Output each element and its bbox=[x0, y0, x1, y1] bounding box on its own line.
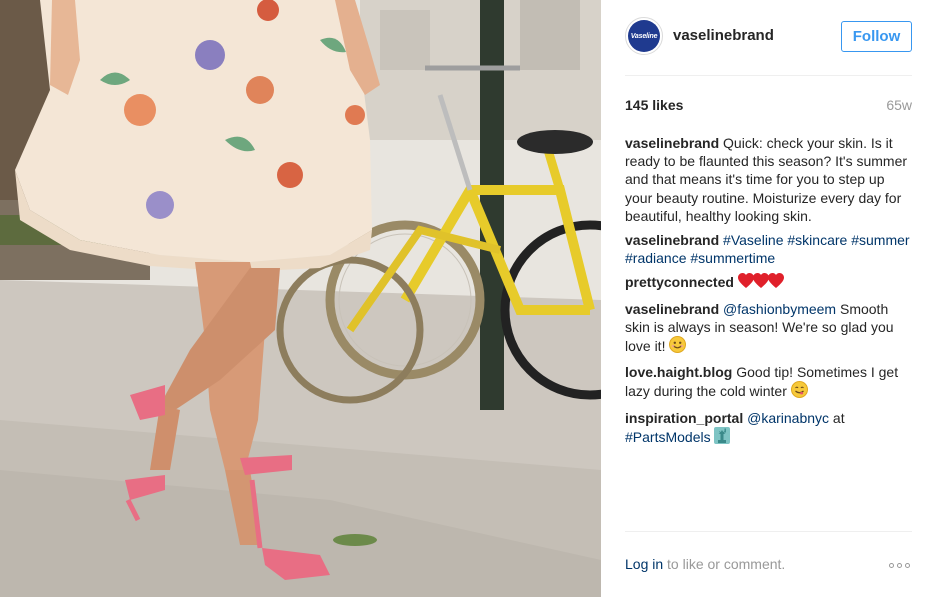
mention-link[interactable]: @fashionbymeem bbox=[723, 301, 836, 317]
avatar[interactable]: Vaseline bbox=[625, 17, 663, 55]
more-options-icon[interactable] bbox=[889, 558, 913, 572]
post-age[interactable]: 65w bbox=[886, 97, 912, 113]
smiling-face-icon bbox=[669, 336, 687, 357]
comment-item: love.haight.blog Good tip! Sometimes I g… bbox=[625, 363, 915, 402]
comment-username[interactable]: love.haight.blog bbox=[625, 364, 732, 380]
comment-username[interactable]: inspiration_portal bbox=[625, 410, 743, 426]
post-photo[interactable] bbox=[0, 0, 601, 597]
comments-list: vaselinebrand Quick: check your skin. Is… bbox=[625, 134, 915, 454]
comment-username[interactable]: vaselinebrand bbox=[625, 301, 719, 317]
likes-count[interactable]: 145 likes bbox=[625, 97, 683, 113]
comment-item: vaselinebrand #Vaseline #skincare #summe… bbox=[625, 231, 915, 267]
avatar-logo-text: Vaseline bbox=[630, 32, 658, 40]
comment-item: inspiration_portal @karinabnyc at #Parts… bbox=[625, 409, 915, 448]
post-header: Vaseline vaselinebrand Follow bbox=[625, 17, 912, 57]
comment-item: prettyconnected bbox=[625, 273, 915, 293]
dot bbox=[889, 562, 894, 568]
hashtag-link[interactable]: #Vaseline bbox=[723, 232, 783, 248]
hashtag-link[interactable]: #PartsModels bbox=[625, 429, 711, 445]
login-link[interactable]: Log in bbox=[625, 556, 663, 572]
author-username[interactable]: vaselinebrand bbox=[673, 27, 774, 44]
hashtag-link[interactable]: #summertime bbox=[690, 250, 775, 266]
hashtag-link[interactable]: #summer bbox=[851, 232, 909, 248]
comment-username[interactable]: vaselinebrand bbox=[625, 232, 719, 248]
three-red-hearts-icon bbox=[737, 273, 784, 293]
comment-username[interactable]: prettyconnected bbox=[625, 274, 734, 290]
hashtag-link[interactable]: #skincare bbox=[787, 232, 847, 248]
hashtag-link[interactable]: #radiance bbox=[625, 250, 687, 266]
post-details-panel: Vaseline vaselinebrand Follow 145 likes … bbox=[601, 0, 927, 597]
mention-link[interactable]: @karinabnyc bbox=[747, 410, 829, 426]
vaseline-logo-icon: Vaseline bbox=[628, 20, 660, 52]
divider bbox=[625, 75, 912, 76]
comment-text: at bbox=[829, 409, 845, 426]
post-photo-illustration bbox=[0, 0, 601, 597]
login-prompt-text: to like or comment. bbox=[663, 556, 786, 572]
comment-username[interactable]: vaselinebrand bbox=[625, 135, 719, 151]
divider bbox=[625, 531, 912, 532]
dot bbox=[905, 562, 910, 568]
yum-face-icon bbox=[790, 381, 808, 402]
follow-button[interactable]: Follow bbox=[841, 21, 912, 52]
comment-item: vaselinebrand @fashionbymeem Smooth skin… bbox=[625, 300, 915, 358]
login-prompt: Log in to like or comment. bbox=[625, 556, 785, 572]
comment-item: vaselinebrand Quick: check your skin. Is… bbox=[625, 134, 915, 225]
statue-of-liberty-icon bbox=[714, 426, 731, 448]
dot bbox=[897, 562, 902, 568]
